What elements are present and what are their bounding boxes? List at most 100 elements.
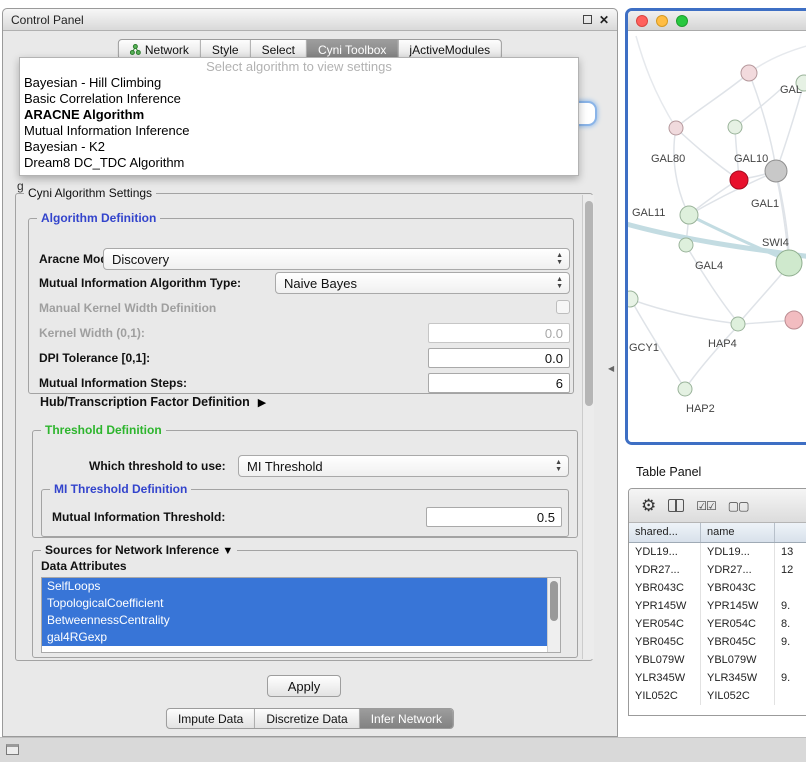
- network-node[interactable]: [776, 250, 802, 276]
- mi-type-combo[interactable]: Naive Bayes ▲▼: [275, 272, 570, 294]
- network-node[interactable]: [678, 382, 692, 396]
- dpi-tolerance-field[interactable]: 0.0: [428, 348, 570, 368]
- manual-kernel-label: Manual Kernel Width Definition: [39, 301, 216, 315]
- hub-definition-toggle[interactable]: Hub/Transcription Factor Definition ▶: [40, 395, 266, 409]
- network-edge: [735, 88, 782, 127]
- attribute-item[interactable]: gal4RGexp: [42, 629, 560, 646]
- network-node[interactable]: [669, 121, 683, 135]
- network-edge: [738, 270, 785, 324]
- algorithm-option[interactable]: Bayesian - Hill Climbing: [20, 75, 578, 91]
- network-node-label: HAP2: [686, 403, 715, 415]
- mi-steps-field[interactable]: 6: [428, 373, 570, 393]
- select-all-checkbox-icon[interactable]: ☑☑: [696, 499, 716, 513]
- network-node[interactable]: [785, 311, 803, 329]
- table-row[interactable]: YPR145WYPR145W9.: [629, 597, 806, 615]
- network-window-titlebar[interactable]: [628, 11, 806, 31]
- deselect-all-checkbox-icon[interactable]: ▢▢: [728, 499, 749, 513]
- algorithm-option[interactable]: Mutual Information Inference: [20, 123, 578, 139]
- mi-steps-label: Mutual Information Steps:: [39, 376, 187, 390]
- mi-threshold-field[interactable]: 0.5: [426, 507, 562, 527]
- float-window-icon[interactable]: [583, 15, 592, 24]
- tab-label: Cyni Toolbox: [318, 43, 386, 57]
- table-row[interactable]: YDR27...YDR27...12: [629, 561, 806, 579]
- collapse-down-icon: ▼: [222, 545, 233, 557]
- network-node-label: GCY1: [629, 342, 659, 354]
- table-cell: YER054C: [701, 615, 775, 633]
- algorithm-option[interactable]: Bayesian - K2: [20, 139, 578, 155]
- algorithm-popup: Select algorithm to view settings Bayesi…: [19, 57, 579, 176]
- network-node[interactable]: [628, 291, 638, 307]
- zoom-traffic-light[interactable]: [676, 15, 688, 27]
- which-threshold-combo[interactable]: MI Threshold ▲▼: [238, 455, 569, 477]
- network-node[interactable]: [731, 317, 745, 331]
- network-node[interactable]: [741, 65, 757, 81]
- data-attributes-list[interactable]: SelfLoopsTopologicalCoefficientBetweenne…: [41, 577, 561, 653]
- settings-scroll-thumb[interactable]: [585, 201, 593, 406]
- table-cell: YBL079W: [701, 651, 775, 669]
- splitpane-collapse-icon[interactable]: ◀: [608, 364, 614, 373]
- column-header[interactable]: shared...: [629, 523, 701, 542]
- aracne-mode-combo[interactable]: Discovery ▲▼: [103, 248, 570, 270]
- attribute-item[interactable]: BetweennessCentrality: [42, 612, 560, 629]
- algorithm-option[interactable]: Dream8 DC_TDC Algorithm: [20, 155, 578, 171]
- table-row[interactable]: YLR345WYLR345W9.: [629, 669, 806, 687]
- network-svg: GAL80GAL10GAL11GAL1SWI4GAL4GCY1HAP4HAP2G…: [628, 31, 806, 444]
- kernel-width-field[interactable]: 0.0: [428, 323, 570, 343]
- table-row[interactable]: YER054CYER054C8.: [629, 615, 806, 633]
- attributes-scroll-thumb[interactable]: [550, 581, 558, 621]
- table-cell: YDL19...: [629, 543, 701, 561]
- network-canvas[interactable]: GAL80GAL10GAL11GAL1SWI4GAL4GCY1HAP4HAP2G…: [628, 31, 806, 444]
- popup-placeholder[interactable]: Select algorithm to view settings: [20, 59, 578, 75]
- column-header[interactable]: name: [701, 523, 775, 542]
- minimized-window-icon[interactable]: [6, 744, 19, 755]
- bottom-tab-infer-network[interactable]: Infer Network: [360, 709, 453, 728]
- table-row[interactable]: YBR043CYBR043C: [629, 579, 806, 597]
- hub-definition-label: Hub/Transcription Factor Definition: [40, 395, 250, 409]
- sources-group-title[interactable]: Sources for Network Inference ▼: [41, 543, 237, 557]
- bottom-tab-discretize-data[interactable]: Discretize Data: [255, 709, 359, 728]
- gear-icon[interactable]: ⚙: [641, 497, 656, 514]
- expand-right-icon: ▶: [258, 396, 266, 409]
- network-edge: [630, 299, 732, 323]
- apply-button[interactable]: Apply: [267, 675, 341, 697]
- table-row[interactable]: YDL19...YDL19...13: [629, 543, 806, 561]
- settings-scrollbar[interactable]: [582, 195, 594, 659]
- column-header[interactable]: [775, 523, 806, 542]
- table-cell: [775, 651, 806, 669]
- attribute-item[interactable]: TopologicalCoefficient: [42, 595, 560, 612]
- combo-arrows-icon: ▲▼: [556, 252, 563, 266]
- algorithm-definition-group: Algorithm Definition Aracne Mode: Discov…: [28, 218, 574, 394]
- network-edge: [686, 245, 736, 320]
- network-node[interactable]: [730, 171, 748, 189]
- attributes-scrollbar[interactable]: [547, 578, 560, 652]
- table-toolbar: ⚙ ☑☑ ▢▢: [629, 489, 806, 523]
- network-node[interactable]: [728, 120, 742, 134]
- network-view-window: GAL80GAL10GAL11GAL1SWI4GAL4GCY1HAP4HAP2G…: [625, 8, 806, 445]
- table-header: shared...name: [629, 523, 806, 543]
- bottom-tab-impute-data[interactable]: Impute Data: [167, 709, 255, 728]
- network-node-label: GAL4: [695, 260, 723, 272]
- window-buttons: ✕: [583, 15, 609, 25]
- control-panel-titlebar[interactable]: Control Panel ✕: [3, 9, 617, 31]
- table-cell: YPR145W: [701, 597, 775, 615]
- minimize-traffic-light[interactable]: [656, 15, 668, 27]
- attribute-item[interactable]: SelfLoops: [42, 578, 560, 595]
- table-row[interactable]: YBL079WYBL079W: [629, 651, 806, 669]
- table-cell: YDL19...: [701, 543, 775, 561]
- network-edge: [636, 36, 676, 128]
- network-node[interactable]: [680, 206, 698, 224]
- threshold-definition-group: Threshold Definition Which threshold to …: [32, 430, 578, 538]
- close-traffic-light[interactable]: [636, 15, 648, 27]
- close-icon[interactable]: ✕: [599, 15, 609, 25]
- network-node[interactable]: [765, 160, 787, 182]
- table-row[interactable]: YBR045CYBR045C9.: [629, 633, 806, 651]
- manual-kernel-checkbox[interactable]: [556, 300, 570, 314]
- columns-icon[interactable]: [668, 499, 684, 512]
- algorithm-option[interactable]: Basic Correlation Inference: [20, 91, 578, 107]
- table-row[interactable]: YIL052CYIL052C: [629, 687, 806, 705]
- mi-threshold-label: Mutual Information Threshold:: [52, 510, 225, 524]
- table-cell: YBL079W: [629, 651, 701, 669]
- tab-label: Style: [212, 43, 239, 57]
- network-node[interactable]: [679, 238, 693, 252]
- algorithm-option[interactable]: ARACNE Algorithm: [20, 107, 578, 123]
